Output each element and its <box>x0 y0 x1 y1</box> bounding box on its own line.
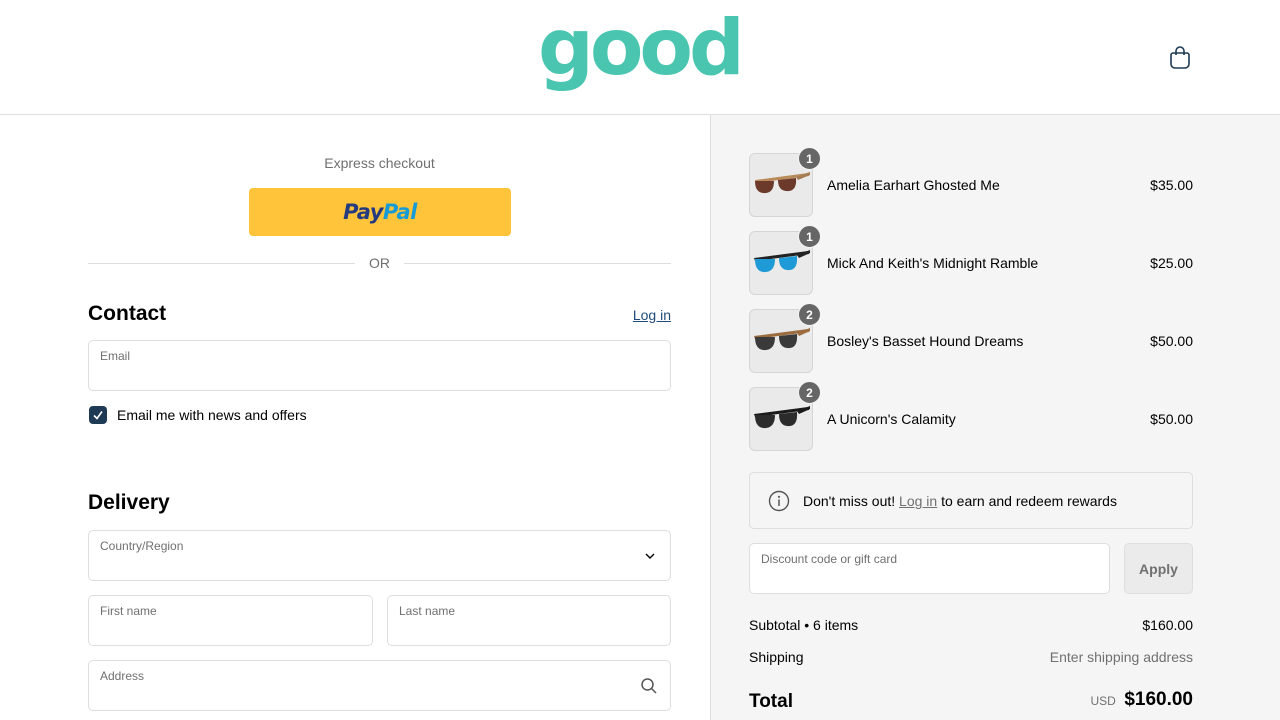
product-thumbnail: 1 <box>749 225 821 295</box>
item-name: Mick And Keith's Midnight Ramble <box>827 255 1039 271</box>
search-icon <box>641 678 657 694</box>
delivery-title: Delivery <box>88 491 170 514</box>
discount-field[interactable]: Discount code or gift card <box>749 543 1110 594</box>
last-name-field[interactable]: Last name <box>387 595 671 646</box>
product-thumbnail: 2 <box>749 303 821 373</box>
shipping-value: Enter shipping address <box>1049 649 1193 665</box>
express-checkout-label: Express checkout <box>324 155 435 171</box>
item-name: Amelia Earhart Ghosted Me <box>827 177 1000 193</box>
country-label: Country/Region <box>100 539 184 553</box>
discount-label: Discount code or gift card <box>761 552 898 566</box>
country-select[interactable]: Country/Region <box>88 530 671 581</box>
quantity-badge: 2 <box>798 381 821 404</box>
svg-text:goodr: goodr <box>538 16 742 93</box>
quantity-badge: 1 <box>798 147 821 170</box>
product-thumbnail: 2 <box>749 381 821 451</box>
email-label: Email <box>100 349 131 363</box>
quantity-badge: 2 <box>798 303 821 326</box>
subtotal-label: Subtotal • 6 items <box>749 617 859 633</box>
product-thumbnail: 1 <box>749 147 821 217</box>
sunglasses-icon <box>754 250 810 273</box>
contact-title: Contact <box>88 302 167 325</box>
quantity-badge: 1 <box>798 225 821 248</box>
checkout-form: Express checkout PayPal OR Contact Log i… <box>0 115 710 720</box>
newsletter-checkbox[interactable] <box>89 406 107 424</box>
line-item: 2 Bosley's Basset Hound Dreams $50.00 <box>749 303 1193 373</box>
item-price: $50.00 <box>1150 411 1193 427</box>
currency-code: USD <box>1090 694 1116 708</box>
chevron-down-icon <box>645 553 655 559</box>
last-name-input[interactable] <box>399 620 659 640</box>
shopping-bag-icon <box>1170 46 1190 69</box>
first-name-input[interactable] <box>100 620 361 640</box>
sunglasses-icon <box>754 406 810 429</box>
order-summary: 1 Amelia Earhart Ghosted Me $35.00 1 Mic… <box>710 115 1280 720</box>
first-name-field[interactable]: First name <box>88 595 373 646</box>
cart-button[interactable] <box>1168 44 1192 70</box>
rewards-login-link[interactable]: Log in <box>899 493 937 509</box>
paypal-button[interactable]: PayPal <box>249 188 511 236</box>
item-price: $25.00 <box>1150 255 1193 271</box>
item-name: Bosley's Basset Hound Dreams <box>827 333 1024 349</box>
subtotal-row: Subtotal • 6 items $160.00 <box>749 617 1193 633</box>
sunglasses-icon <box>754 328 810 351</box>
total-label: Total <box>749 691 793 712</box>
total-value: $160.00 <box>1124 689 1193 710</box>
apply-button[interactable]: Apply <box>1124 543 1193 594</box>
divider-right <box>404 263 671 264</box>
discount-input[interactable] <box>761 568 1098 588</box>
email-input[interactable] <box>100 365 659 385</box>
line-item: 1 Amelia Earhart Ghosted Me $35.00 <box>749 147 1193 217</box>
rewards-text: Don't miss out! Log in to earn and redee… <box>803 493 1117 509</box>
address-field[interactable]: Address <box>88 660 671 711</box>
line-item: 1 Mick And Keith's Midnight Ramble $25.0… <box>749 225 1193 295</box>
total-row: Total USD $160.00 <box>749 689 1193 713</box>
line-item: 2 A Unicorn's Calamity $50.00 <box>749 381 1193 451</box>
newsletter-label: Email me with news and offers <box>117 407 307 423</box>
paypal-logo: PayPal <box>343 200 417 224</box>
login-link[interactable]: Log in <box>600 307 671 323</box>
sunglasses-icon <box>755 172 810 194</box>
subtotal-value: $160.00 <box>1142 617 1193 633</box>
first-name-label: First name <box>100 604 157 618</box>
site-header: goodr <box>0 0 1280 115</box>
last-name-label: Last name <box>399 604 456 618</box>
checkmark-icon <box>93 411 103 420</box>
shipping-label: Shipping <box>749 649 804 665</box>
rewards-banner: Don't miss out! Log in to earn and redee… <box>749 472 1193 529</box>
item-name: A Unicorn's Calamity <box>827 411 956 427</box>
or-label: OR <box>369 255 390 271</box>
address-label: Address <box>100 669 145 683</box>
item-price: $35.00 <box>1150 177 1193 193</box>
email-field[interactable]: Email <box>88 340 671 391</box>
shipping-row: Shipping Enter shipping address <box>749 649 1193 665</box>
divider-left <box>88 263 355 264</box>
goodr-logo[interactable]: goodr <box>538 16 742 96</box>
info-icon <box>768 490 790 512</box>
item-price: $50.00 <box>1150 333 1193 349</box>
